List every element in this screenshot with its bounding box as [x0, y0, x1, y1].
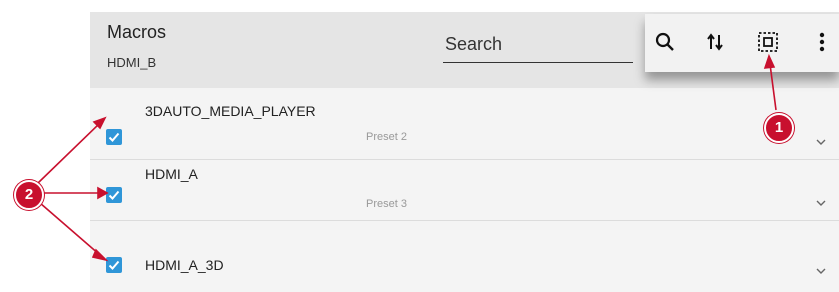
- annotation-arrows: [37, 53, 777, 262]
- callout-2: 2: [14, 180, 44, 210]
- callout-1: 1: [764, 113, 794, 143]
